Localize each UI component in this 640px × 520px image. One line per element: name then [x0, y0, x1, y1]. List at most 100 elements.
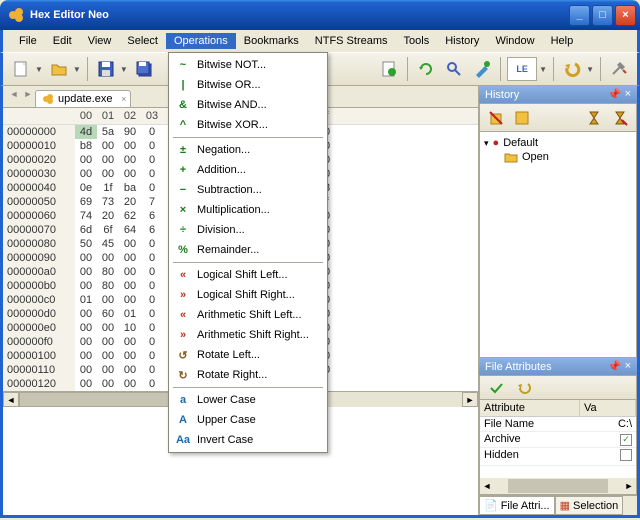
new-file-icon[interactable]: [9, 57, 33, 81]
hex-byte[interactable]: 0: [141, 335, 163, 349]
hex-byte[interactable]: 00: [119, 251, 141, 265]
hex-byte[interactable]: 00: [97, 335, 119, 349]
menu-item-multiplication[interactable]: ×Multiplication...: [171, 200, 325, 220]
menu-item-division[interactable]: ÷Division...: [171, 220, 325, 240]
hex-byte[interactable]: 60: [97, 307, 119, 321]
menu-window[interactable]: Window: [487, 33, 542, 49]
dropdown-arrow-icon[interactable]: ▼: [539, 65, 547, 74]
hex-byte[interactable]: 00: [119, 167, 141, 181]
hex-byte[interactable]: 0: [141, 307, 163, 321]
menu-item-arithmetic-shift-right[interactable]: »Arithmetic Shift Right...: [171, 325, 325, 345]
encoding-icon[interactable]: LE: [507, 57, 537, 81]
save-all-icon[interactable]: [132, 57, 156, 81]
menu-item-bitwise-or[interactable]: |Bitwise OR...: [171, 75, 325, 95]
hex-byte[interactable]: 7: [141, 195, 163, 209]
menu-select[interactable]: Select: [119, 33, 166, 49]
hex-byte[interactable]: 00: [75, 167, 97, 181]
menu-bookmarks[interactable]: Bookmarks: [236, 33, 307, 49]
hex-byte[interactable]: 00: [119, 363, 141, 377]
hex-byte[interactable]: 00: [119, 349, 141, 363]
hex-byte[interactable]: 0: [141, 349, 163, 363]
dropdown-arrow-icon[interactable]: ▼: [35, 65, 43, 74]
undo-icon[interactable]: [560, 57, 584, 81]
hex-byte[interactable]: 5a: [97, 125, 119, 139]
hex-byte[interactable]: 00: [119, 293, 141, 307]
hex-byte[interactable]: 00: [75, 279, 97, 293]
menu-item-rotate-left[interactable]: ↺Rotate Left...: [171, 345, 325, 365]
hex-byte[interactable]: 00: [119, 153, 141, 167]
menu-item-lower-case[interactable]: aLower Case: [171, 390, 325, 410]
hex-byte[interactable]: 00: [97, 139, 119, 153]
dropdown-arrow-icon[interactable]: ▼: [73, 65, 81, 74]
menu-ntfs-streams[interactable]: NTFS Streams: [307, 33, 396, 49]
tab-close-icon[interactable]: ×: [121, 94, 126, 104]
menu-operations[interactable]: Operations: [166, 33, 236, 49]
hex-byte[interactable]: 00: [97, 363, 119, 377]
hex-byte[interactable]: 00: [75, 335, 97, 349]
tab-selection[interactable]: ▦Selection: [555, 496, 624, 515]
menu-item-negation[interactable]: ±Negation...: [171, 140, 325, 160]
hex-byte[interactable]: 00: [97, 377, 119, 391]
refresh-icon[interactable]: [414, 57, 438, 81]
hex-byte[interactable]: 74: [75, 209, 97, 223]
find-icon[interactable]: [442, 57, 466, 81]
hex-byte[interactable]: 00: [75, 377, 97, 391]
hex-byte[interactable]: 45: [97, 237, 119, 251]
scroll-left-icon[interactable]: ◄: [3, 392, 19, 407]
hex-byte[interactable]: 6f: [97, 223, 119, 237]
pane-close-icon[interactable]: ×: [625, 360, 631, 373]
history-hourglass-icon[interactable]: [582, 106, 606, 130]
hex-byte[interactable]: 0: [141, 293, 163, 307]
attributes-grid[interactable]: Attribute Va File NameC:\Archive✓Hidden: [480, 400, 636, 478]
menu-item-addition[interactable]: +Addition...: [171, 160, 325, 180]
hex-byte[interactable]: 00: [97, 293, 119, 307]
col-header[interactable]: Va: [580, 400, 636, 416]
hex-byte[interactable]: 1f: [97, 181, 119, 195]
hex-byte[interactable]: 6: [141, 209, 163, 223]
tab-next-icon[interactable]: ►: [21, 89, 35, 107]
history-purge-icon[interactable]: [484, 106, 508, 130]
hex-byte[interactable]: 0: [141, 167, 163, 181]
revert-icon[interactable]: [512, 376, 536, 400]
hex-byte[interactable]: 00: [75, 321, 97, 335]
dropdown-arrow-icon[interactable]: ▼: [586, 65, 594, 74]
settings-icon[interactable]: [607, 57, 631, 81]
menu-item-logical-shift-right[interactable]: »Logical Shift Right...: [171, 285, 325, 305]
scroll-left-icon[interactable]: ◄: [480, 481, 494, 491]
hex-byte[interactable]: 0: [141, 139, 163, 153]
hex-byte[interactable]: 0: [141, 321, 163, 335]
hex-byte[interactable]: 0: [141, 279, 163, 293]
hex-byte[interactable]: 00: [119, 335, 141, 349]
menu-item-remainder[interactable]: %Remainder...: [171, 240, 325, 260]
attr-value[interactable]: C:\: [580, 417, 636, 431]
tools-icon[interactable]: [470, 57, 494, 81]
scroll-right-icon[interactable]: ►: [462, 392, 478, 407]
col-header[interactable]: Attribute: [480, 400, 580, 416]
attr-row[interactable]: File NameC:\: [480, 417, 636, 432]
scroll-right-icon[interactable]: ►: [622, 481, 636, 491]
hex-byte[interactable]: 01: [75, 293, 97, 307]
menu-help[interactable]: Help: [543, 33, 582, 49]
menu-item-rotate-right[interactable]: ↻Rotate Right...: [171, 365, 325, 385]
hex-byte[interactable]: 73: [97, 195, 119, 209]
close-button[interactable]: ×: [615, 5, 636, 26]
hex-byte[interactable]: 00: [97, 251, 119, 265]
hex-byte[interactable]: 0: [141, 377, 163, 391]
checkbox[interactable]: ✓: [620, 434, 632, 446]
hex-byte[interactable]: 0e: [75, 181, 97, 195]
hex-byte[interactable]: 80: [97, 265, 119, 279]
attr-value[interactable]: ✓: [580, 432, 636, 447]
hex-byte[interactable]: 50: [75, 237, 97, 251]
hex-byte[interactable]: 00: [75, 265, 97, 279]
dropdown-arrow-icon[interactable]: ▼: [120, 65, 128, 74]
hex-byte[interactable]: 00: [75, 363, 97, 377]
checkbox[interactable]: [620, 449, 632, 461]
hex-byte[interactable]: 00: [75, 307, 97, 321]
collapse-icon[interactable]: ▾: [484, 138, 489, 149]
attr-row[interactable]: Hidden: [480, 448, 636, 466]
hex-byte[interactable]: 00: [97, 153, 119, 167]
hex-byte[interactable]: 00: [75, 251, 97, 265]
hex-byte[interactable]: 0: [141, 153, 163, 167]
menu-item-bitwise-not[interactable]: ~Bitwise NOT...: [171, 55, 325, 75]
menu-file[interactable]: File: [11, 33, 45, 49]
